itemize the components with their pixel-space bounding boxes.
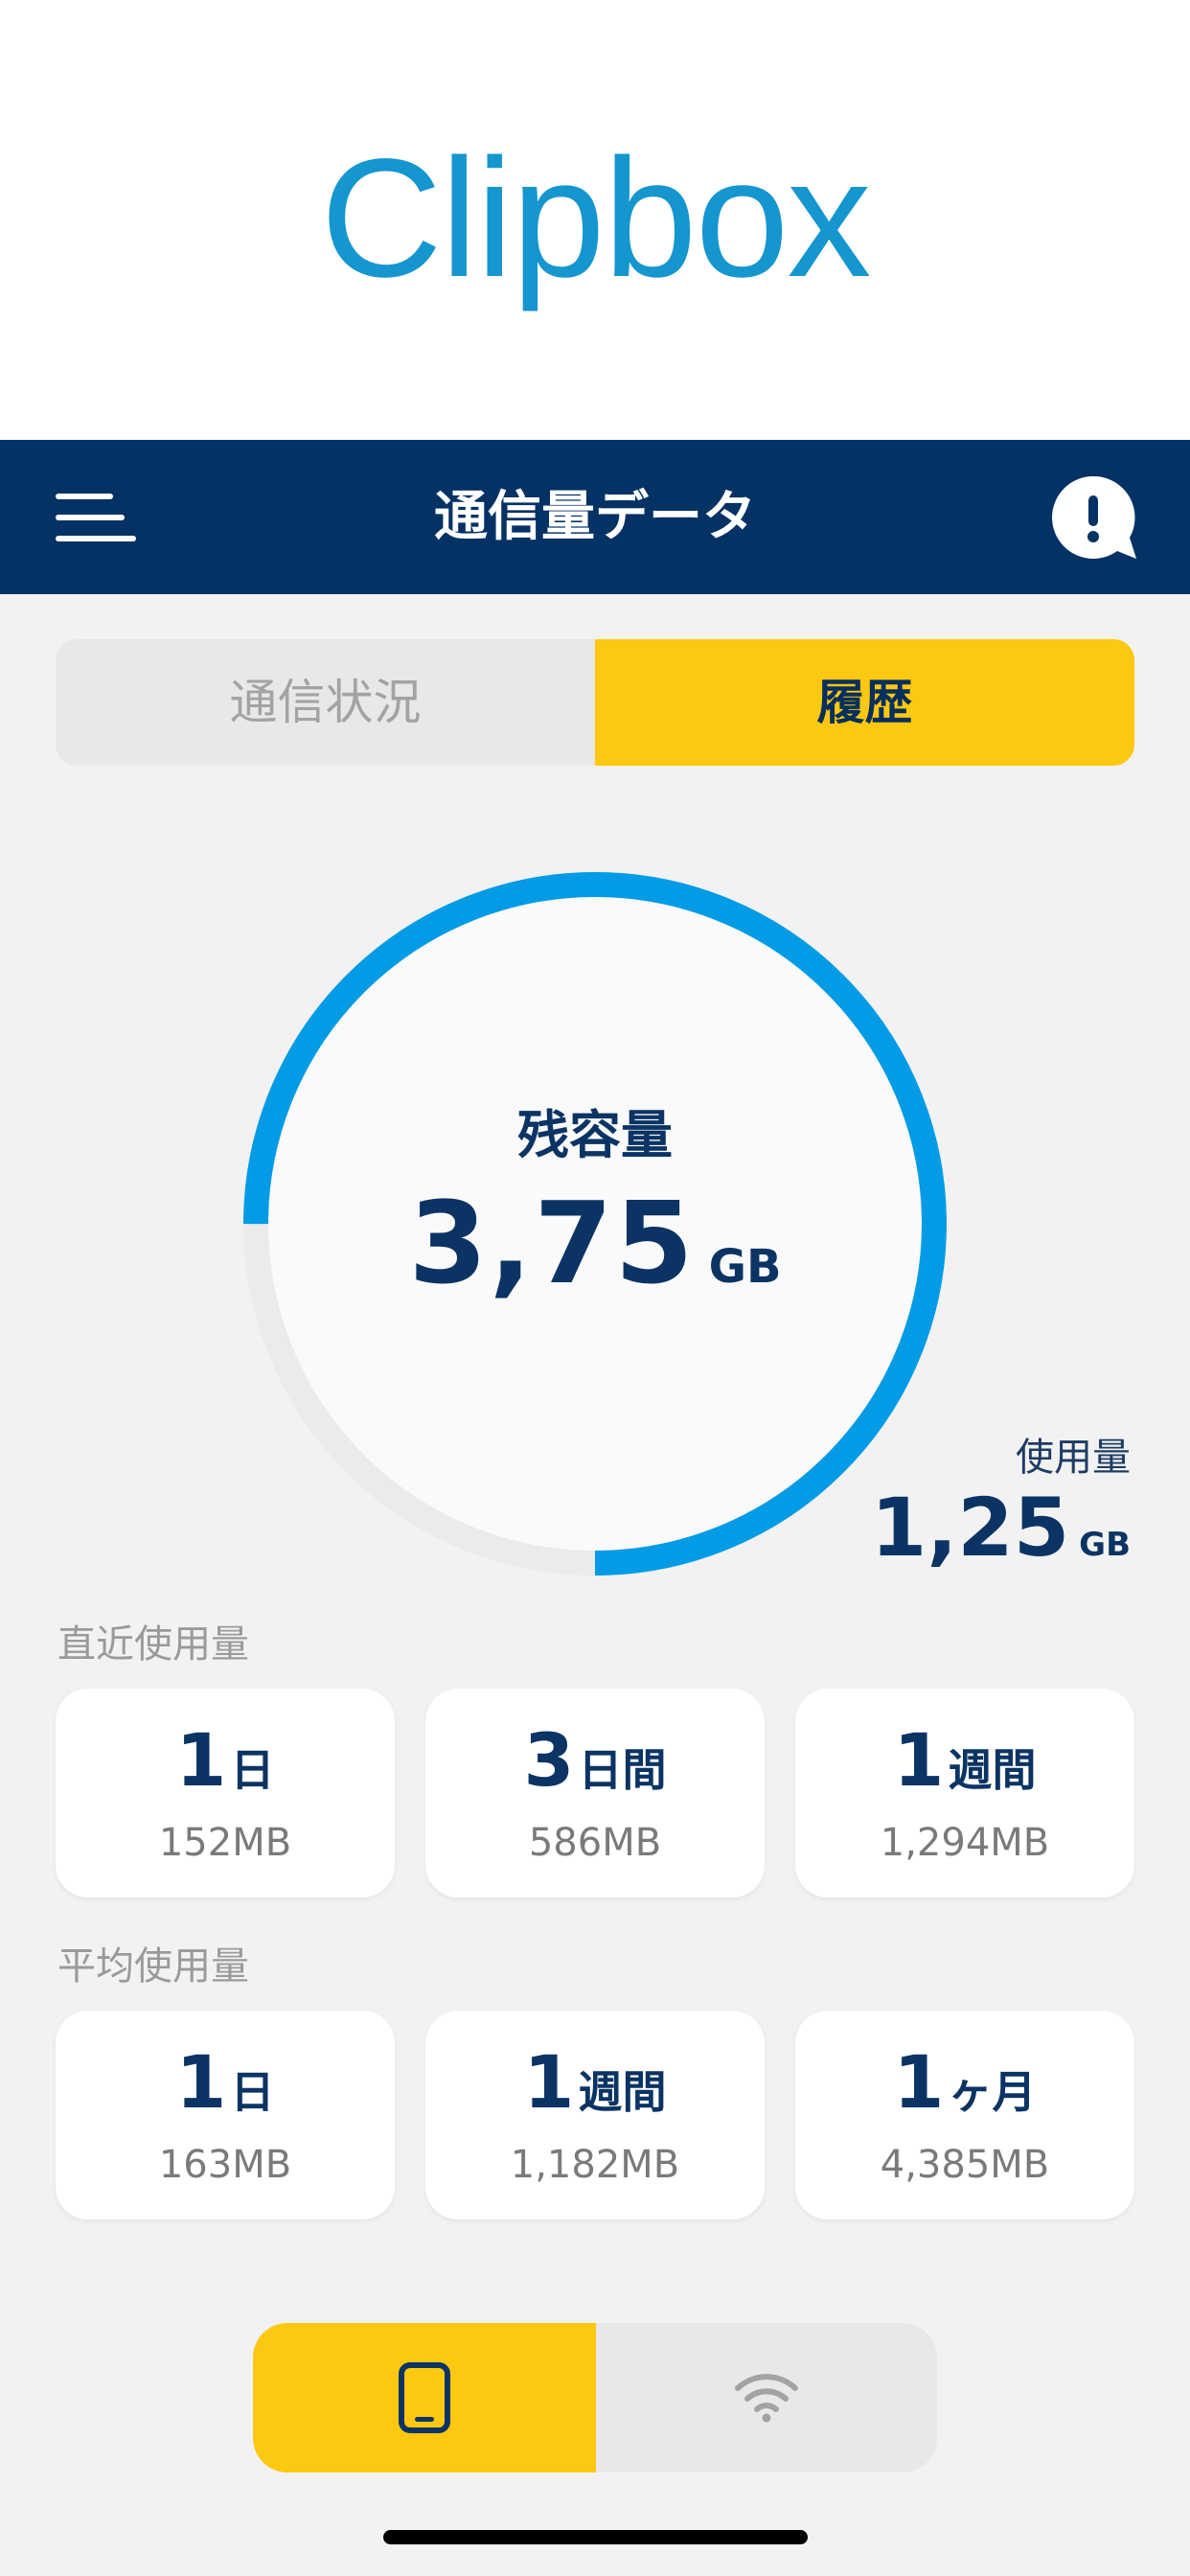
tab-status[interactable]: 通信状況 (56, 639, 595, 766)
period-number: 1 (523, 2039, 575, 2125)
hamburger-icon[interactable] (56, 486, 136, 549)
nav-bar: 通信量データ (0, 440, 1190, 594)
used-value: 1,25 GB (871, 1481, 1131, 1575)
period-number: 1 (175, 2039, 227, 2125)
tab-history[interactable]: 履歴 (595, 639, 1134, 766)
logo-header: Clipbox (0, 0, 1190, 440)
period-number: 3 (523, 1717, 575, 1803)
recent-card-1day[interactable]: 1日 152MB (56, 1689, 395, 1898)
remaining-unit: GB (708, 1240, 782, 1294)
recent-usage-title: 直近使用量 (57, 1622, 249, 1667)
period-number: 1 (893, 1717, 945, 1803)
wifi-network-button[interactable] (596, 2323, 937, 2472)
card-amount: 163MB (158, 2143, 292, 2187)
app-logo: Clipbox (320, 125, 872, 312)
period-number: 1 (893, 2039, 945, 2125)
wifi-icon (735, 2374, 798, 2423)
period-unit: ヶ月 (948, 2066, 1037, 2118)
mobile-network-button[interactable] (253, 2323, 596, 2472)
card-period: 1日 (56, 2039, 395, 2125)
average-card-1day[interactable]: 1日 163MB (56, 2011, 395, 2220)
card-amount: 4,385MB (880, 2143, 1050, 2187)
used-unit: GB (1079, 1526, 1131, 1564)
segment-tabs: 通信状況 履歴 (56, 639, 1134, 766)
network-toggle (253, 2323, 937, 2472)
card-period: 1週間 (795, 1717, 1134, 1803)
period-number: 1 (175, 1717, 227, 1803)
card-period: 1週間 (425, 2039, 765, 2125)
page-title: 通信量データ (434, 486, 756, 548)
card-period: 1ヶ月 (795, 2039, 1134, 2125)
smartphone-icon (399, 2362, 450, 2433)
exclamation-bubble-icon[interactable] (1048, 472, 1138, 563)
remaining-number: 3,75 (408, 1177, 696, 1309)
recent-card-3days[interactable]: 3日間 586MB (425, 1689, 765, 1898)
recent-card-1week[interactable]: 1週間 1,294MB (795, 1689, 1134, 1898)
used-number: 1,25 (870, 1481, 1070, 1575)
remaining-label: 残容量 (517, 1105, 673, 1165)
card-period: 1日 (56, 1717, 395, 1803)
card-amount: 1,182MB (510, 2143, 680, 2187)
period-unit: 週間 (578, 2066, 667, 2118)
card-amount: 152MB (158, 1821, 292, 1865)
remaining-value: 3,75 GB (0, 1177, 1190, 1309)
used-label: 使用量 (1016, 1436, 1131, 1480)
card-amount: 586MB (528, 1821, 662, 1865)
period-unit: 日 (230, 1744, 275, 1796)
average-card-1week[interactable]: 1週間 1,182MB (425, 2011, 765, 2220)
average-usage-title: 平均使用量 (57, 1944, 249, 1989)
home-indicator (383, 2530, 808, 2544)
card-amount: 1,294MB (880, 1821, 1050, 1865)
period-unit: 週間 (948, 1744, 1037, 1796)
period-unit: 日 (230, 2066, 275, 2118)
average-card-1month[interactable]: 1ヶ月 4,385MB (795, 2011, 1134, 2220)
period-unit: 日間 (578, 1744, 667, 1796)
card-period: 3日間 (425, 1717, 765, 1803)
